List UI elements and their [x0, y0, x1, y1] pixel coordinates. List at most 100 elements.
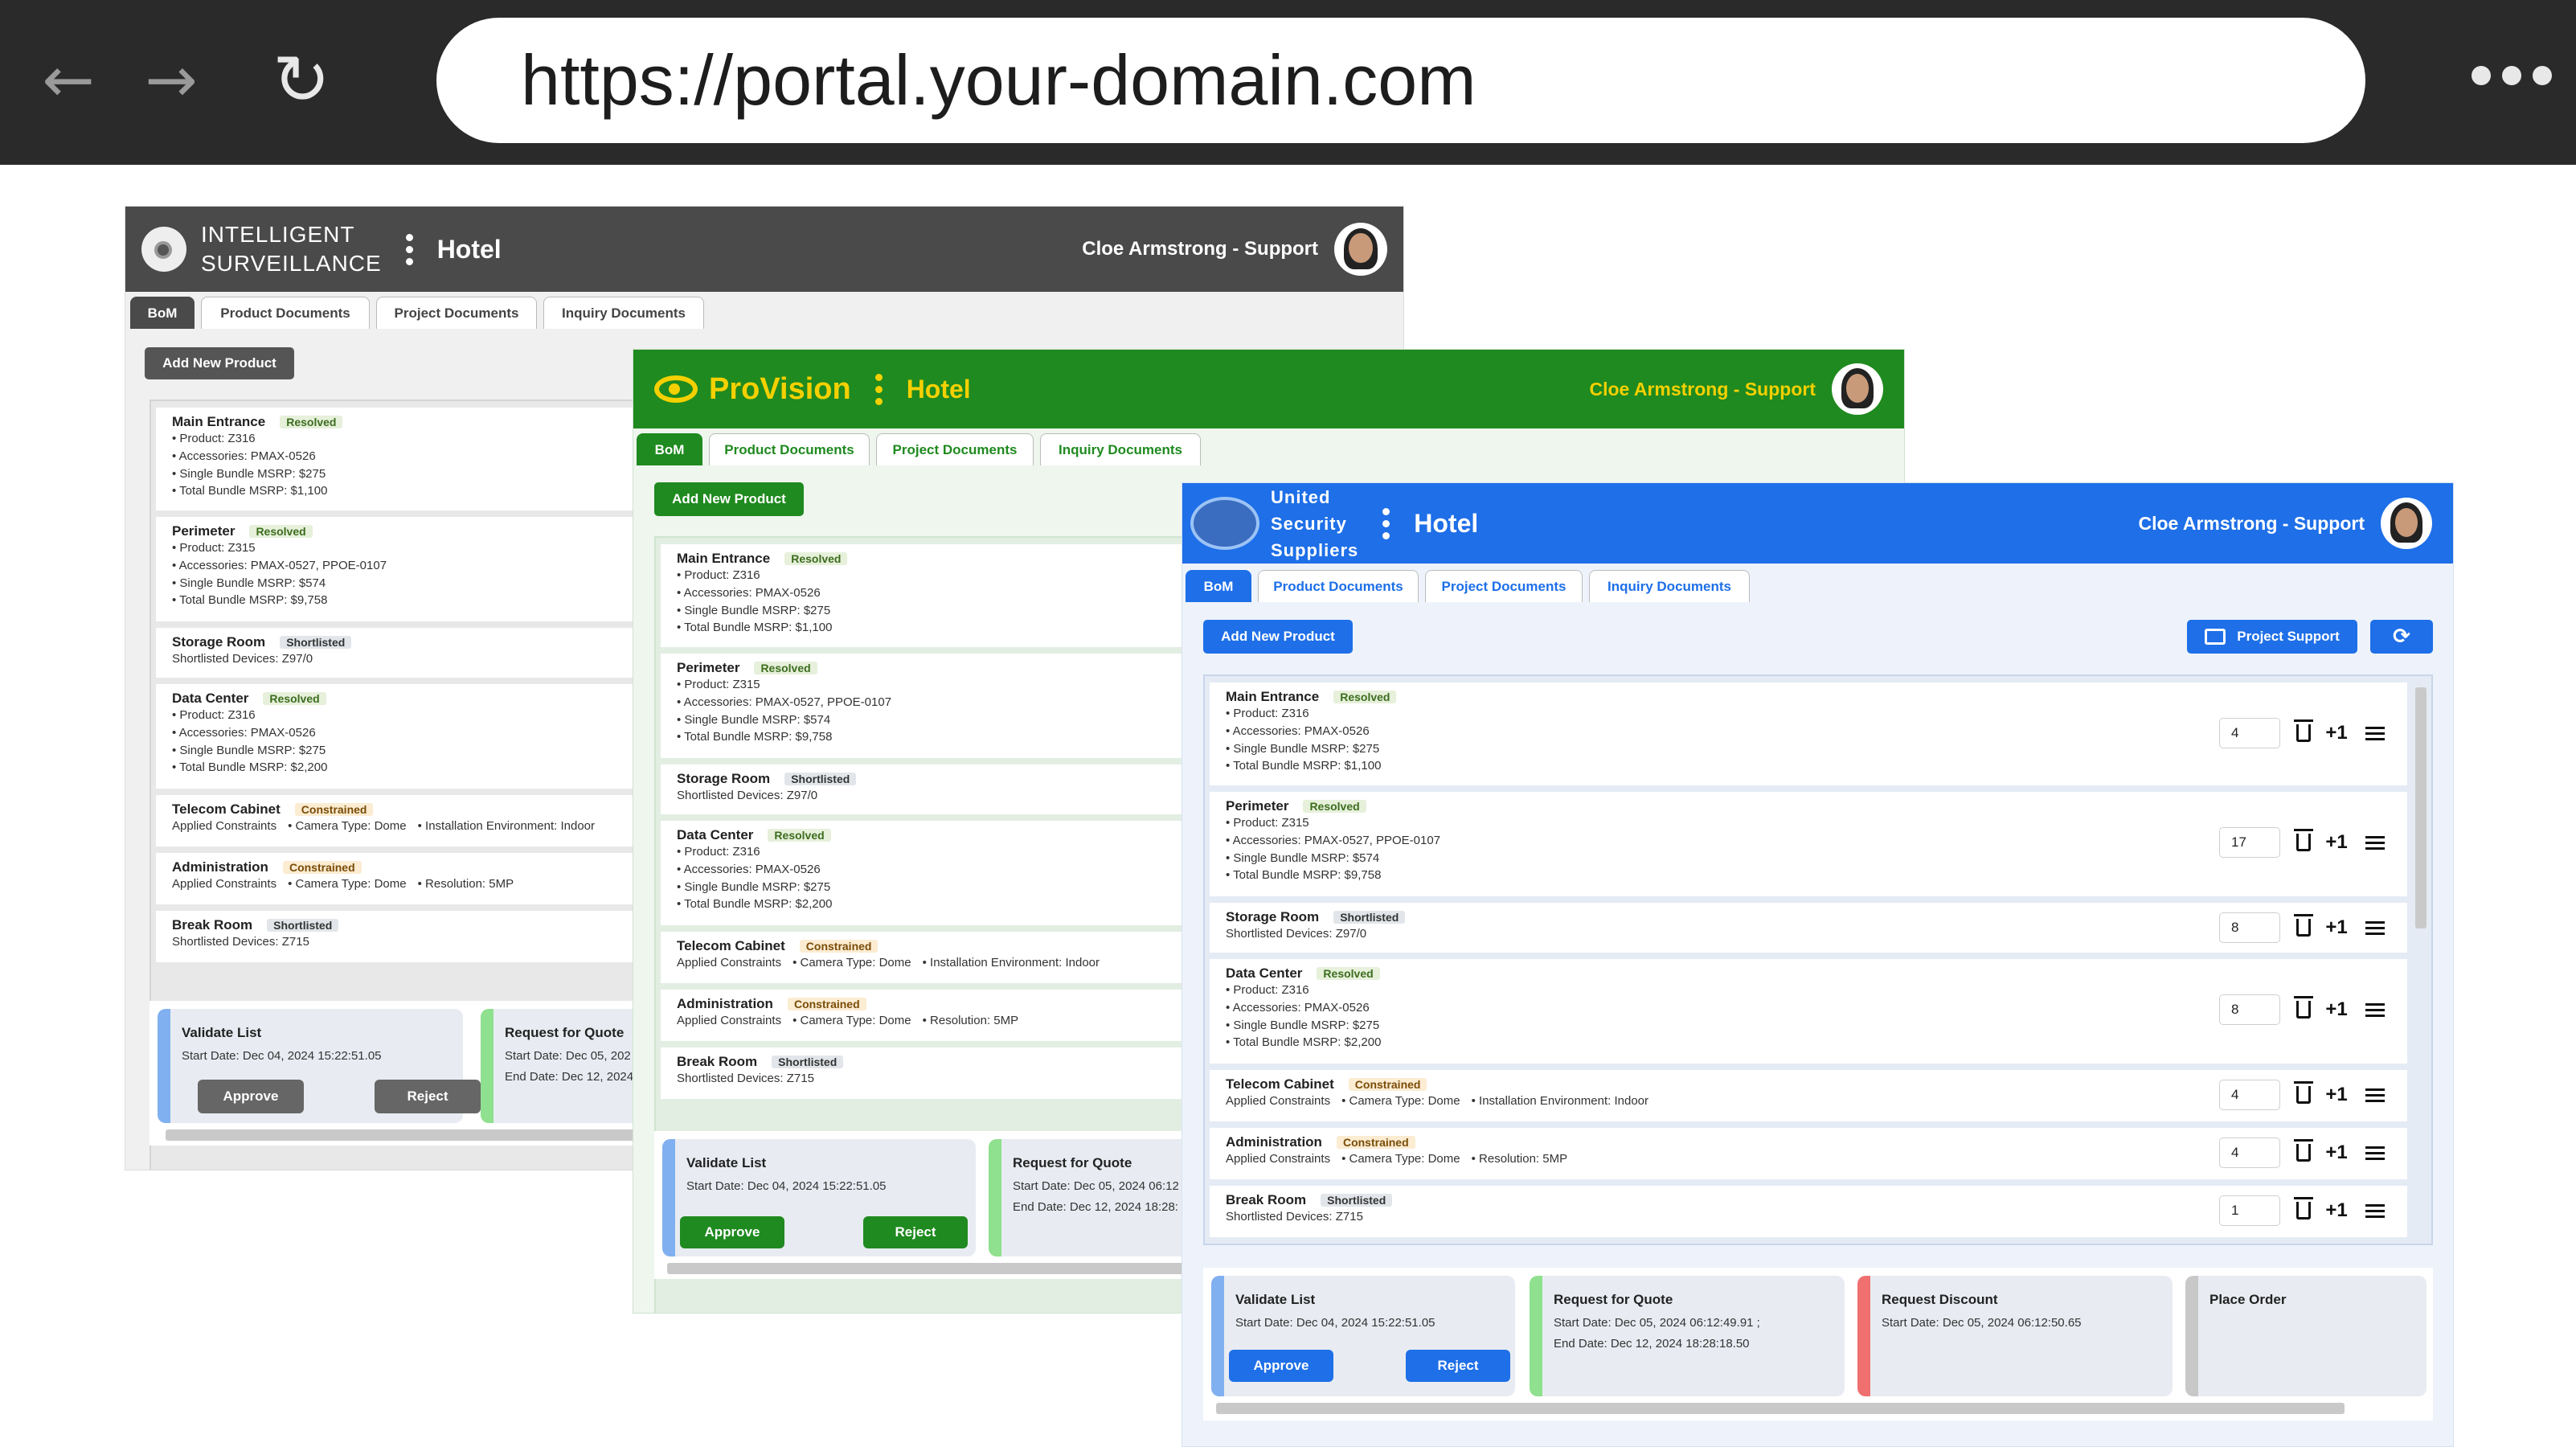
horizontal-scrollbar[interactable] — [1216, 1403, 2345, 1414]
trash-icon[interactable] — [2294, 996, 2313, 1019]
arrow-left-icon[interactable]: ← — [32, 44, 104, 117]
add-new-product-button[interactable]: Add New Product — [654, 482, 804, 516]
arrow-right-icon[interactable]: → — [135, 44, 207, 117]
reject-button[interactable]: Reject — [375, 1080, 481, 1113]
list-item[interactable]: Data Center Resolved Product: Z316 Access… — [1210, 959, 2407, 1064]
user-menu[interactable]: Cloe Armstrong - Support — [1589, 363, 1883, 415]
trash-icon[interactable] — [2294, 914, 2313, 937]
increment-button[interactable]: +1 — [2319, 1199, 2354, 1222]
tab-bom[interactable]: BoM — [637, 433, 702, 465]
item-detail-label: Applied Constraints — [172, 877, 277, 891]
kebab-menu-icon[interactable] — [874, 373, 883, 405]
tab-project-documents[interactable]: Project Documents — [876, 433, 1034, 465]
approve-button[interactable]: Approve — [680, 1216, 784, 1248]
share-button[interactable]: ⟳ — [2370, 620, 2433, 654]
tab-inquiry-documents[interactable]: Inquiry Documents — [1040, 433, 1201, 465]
item-title: Break Room — [677, 1054, 758, 1069]
quantity-input[interactable]: 17 — [2219, 827, 2280, 858]
increment-button[interactable]: +1 — [2319, 831, 2354, 854]
brand-line2: SURVEILLANCE — [201, 251, 382, 276]
tab-bom[interactable]: BoM — [130, 297, 195, 329]
hamburger-icon[interactable] — [2365, 1002, 2385, 1017]
item-detail: Camera Type: Dome — [1341, 1152, 1460, 1166]
hamburger-icon[interactable] — [2365, 726, 2385, 740]
tab-project-documents[interactable]: Project Documents — [1425, 570, 1583, 602]
status-badge: Resolved — [1303, 800, 1366, 813]
increment-button[interactable]: +1 — [2319, 1084, 2354, 1106]
tab-inquiry-documents[interactable]: Inquiry Documents — [1589, 570, 1750, 602]
hamburger-icon[interactable] — [2365, 1146, 2385, 1160]
list-item[interactable]: Main Entrance Resolved Product: Z316 Acce… — [1210, 683, 2407, 785]
card-start-date: Start Date: Dec 05, 2024 06:12:49.91 ; — [1554, 1316, 1760, 1330]
item-title: Storage Room — [1226, 909, 1320, 924]
hamburger-icon[interactable] — [2365, 1088, 2385, 1102]
hamburger-icon[interactable] — [2365, 1203, 2385, 1218]
quantity-input[interactable]: 8 — [2219, 912, 2280, 943]
trash-icon[interactable] — [2294, 829, 2313, 851]
quantity-input[interactable]: 8 — [2219, 994, 2280, 1025]
list-item[interactable]: Telecom Cabinet Constrained Applied Const… — [1210, 1070, 2407, 1121]
approve-button[interactable]: Approve — [1229, 1350, 1333, 1382]
item-title: Break Room — [172, 917, 253, 933]
increment-button[interactable]: +1 — [2319, 1142, 2354, 1164]
approve-button[interactable]: Approve — [198, 1080, 304, 1113]
hamburger-icon[interactable] — [2365, 835, 2385, 850]
tab-product-documents[interactable]: Product Documents — [201, 297, 370, 329]
increment-button[interactable]: +1 — [2319, 722, 2354, 744]
tab-bom[interactable]: BoM — [1186, 570, 1251, 602]
increment-button[interactable]: +1 — [2319, 998, 2354, 1021]
item-detail: Installation Environment: Indoor — [418, 819, 595, 833]
vertical-scrollbar[interactable] — [2415, 687, 2427, 928]
hamburger-icon[interactable] — [2365, 920, 2385, 935]
quantity-input[interactable]: 4 — [2219, 1080, 2280, 1110]
tab-product-documents[interactable]: Product Documents — [709, 433, 870, 465]
add-new-product-button[interactable]: Add New Product — [1203, 620, 1353, 654]
tab-product-documents[interactable]: Product Documents — [1258, 570, 1419, 602]
status-badge: Resolved — [754, 662, 817, 674]
list-item[interactable]: Perimeter Resolved Product: Z315 Accessor… — [1210, 792, 2407, 896]
status-badge: Resolved — [249, 525, 313, 538]
tab-project-documents[interactable]: Project Documents — [376, 297, 537, 329]
quantity-input[interactable]: 1 — [2219, 1195, 2280, 1226]
list-item[interactable]: Storage Room Shortlisted Shortlisted Devi… — [1210, 903, 2407, 953]
kebab-menu-icon[interactable] — [405, 233, 413, 265]
user-name: Cloe Armstrong - Support — [1589, 378, 1816, 400]
avatar[interactable] — [2381, 498, 2432, 549]
increment-button[interactable]: +1 — [2319, 916, 2354, 939]
card-start-date: Start Date: Dec 04, 2024 15:22:51.05 — [686, 1179, 887, 1193]
avatar[interactable] — [1832, 363, 1883, 415]
browser-toolbar: ← → ↻ https://portal.your-domain.com — [0, 0, 2576, 165]
user-menu[interactable]: Cloe Armstrong - Support — [2138, 498, 2432, 549]
reject-button[interactable]: Reject — [1406, 1350, 1510, 1382]
status-badge: Shortlisted — [267, 919, 339, 932]
quantity-input[interactable]: 4 — [2219, 1138, 2280, 1168]
row-controls: 1 +1 — [2219, 1195, 2385, 1226]
brand-line1: United — [1271, 486, 1331, 507]
window-united-security-suppliers: United Security Suppliers Hotel Cloe Arm… — [1182, 482, 2454, 1447]
reload-icon[interactable]: ↻ — [265, 44, 338, 117]
status-badge: Constrained — [787, 998, 866, 1010]
more-horizontal-icon[interactable] — [2472, 66, 2552, 85]
kebab-menu-icon[interactable] — [1382, 507, 1390, 539]
tab-inquiry-documents[interactable]: Inquiry Documents — [543, 297, 704, 329]
project-support-button[interactable]: Project Support — [2187, 620, 2357, 654]
list-item[interactable]: Break Room Shortlisted Shortlisted Device… — [1210, 1186, 2407, 1237]
page-title: Hotel — [1414, 508, 1479, 538]
add-new-product-button[interactable]: Add New Product — [145, 347, 294, 379]
quantity-input[interactable]: 4 — [2219, 718, 2280, 748]
trash-icon[interactable] — [2294, 719, 2313, 742]
address-bar[interactable]: https://portal.your-domain.com — [436, 18, 2365, 143]
trash-icon[interactable] — [2294, 1197, 2313, 1219]
card-title: Place Order — [2209, 1292, 2287, 1307]
item-detail: Camera Type: Dome — [288, 877, 407, 891]
trash-icon[interactable] — [2294, 1081, 2313, 1104]
item-detail: Total Bundle MSRP: $9,758 — [1226, 867, 2393, 884]
reject-button[interactable]: Reject — [863, 1216, 968, 1248]
avatar[interactable] — [1334, 223, 1387, 276]
item-detail-label: Applied Constraints — [1226, 1152, 1331, 1166]
item-detail: Total Bundle MSRP: $2,200 — [1226, 1034, 2393, 1051]
trash-icon[interactable] — [2294, 1139, 2313, 1162]
user-menu[interactable]: Cloe Armstrong - Support — [1082, 223, 1387, 276]
item-detail-label: Applied Constraints — [172, 819, 277, 833]
list-item[interactable]: Administration Constrained Applied Constr… — [1210, 1128, 2407, 1179]
